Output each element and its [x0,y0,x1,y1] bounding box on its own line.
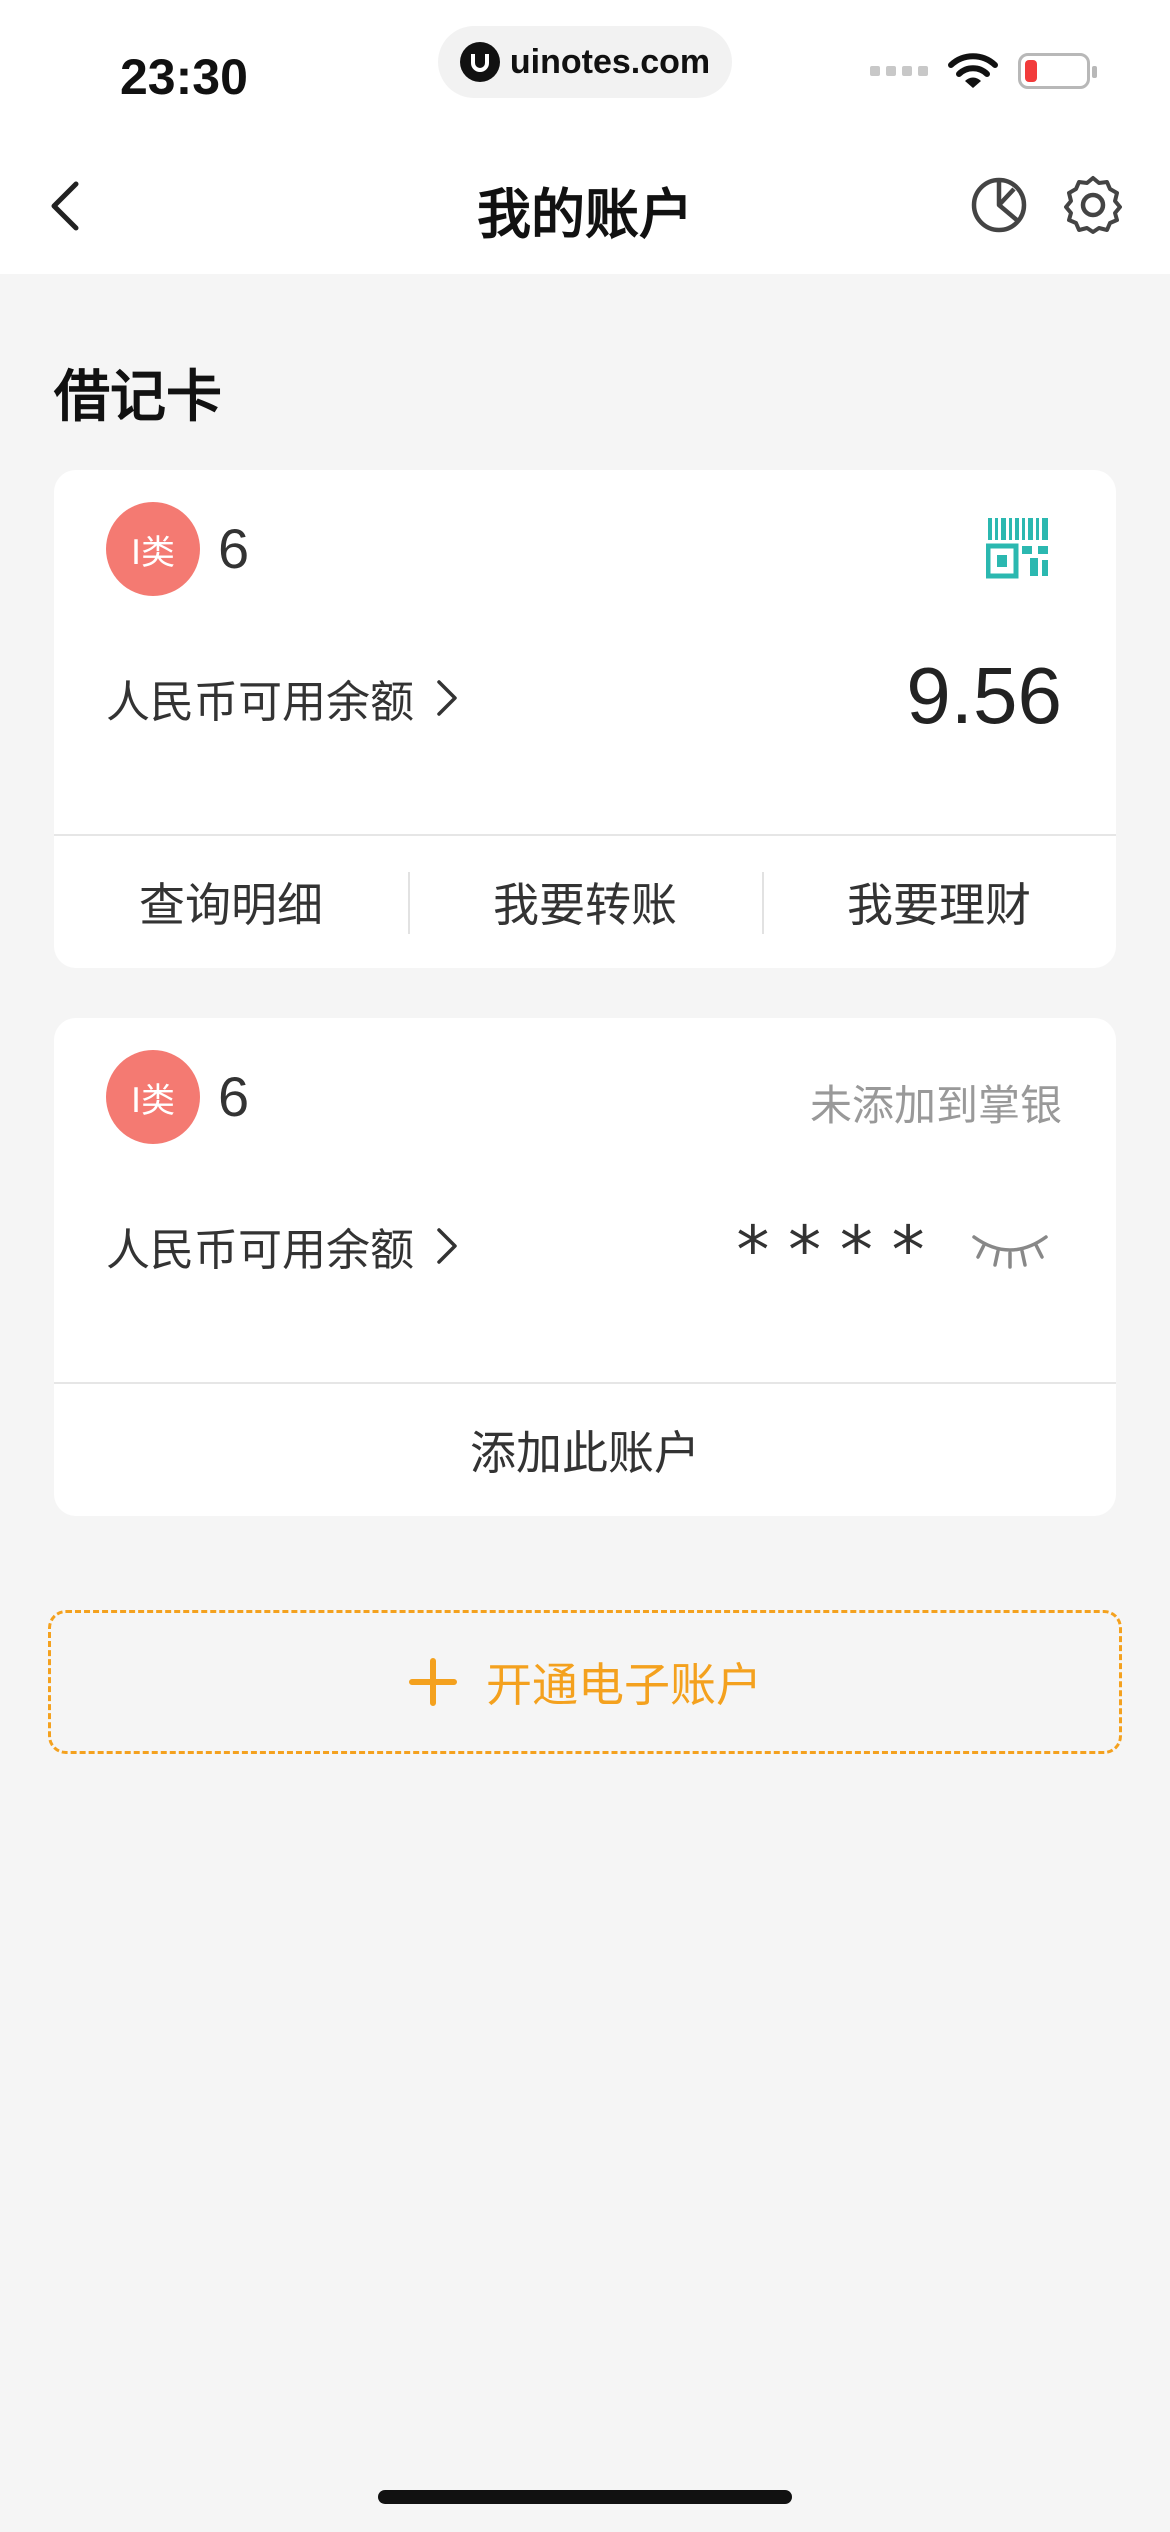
add-account-button[interactable]: 添加此账户 [54,1384,1116,1516]
account-class-badge: I类 [106,1050,200,1144]
account-number: 6 [218,517,250,580]
account-class-badge: I类 [106,502,200,596]
balance-row[interactable]: 人民币可用余额 [106,1214,460,1278]
transfer-button[interactable]: 我要转账 [408,836,762,968]
status-indicators [870,52,1097,90]
gear-icon[interactable] [1062,174,1124,236]
plus-icon [409,1658,457,1706]
qr-code-icon[interactable] [986,516,1050,580]
eye-closed-icon[interactable] [970,1229,1050,1273]
account-number: 6 [218,1065,250,1128]
chevron-right-icon [437,1228,457,1264]
card-actions: 添加此账户 [54,1384,1116,1516]
account-status-label: 未添加到掌银 [809,1081,1062,1130]
account-card: I类 6 未添加到掌银 人民币可用余额 **** 添加此账户 [54,1018,1116,1516]
balance-label: 人民币可用余额 [106,677,414,728]
masked-balance-value: **** [733,1212,940,1289]
wealth-management-button[interactable]: 我要理财 [762,836,1116,968]
battery-icon [1018,53,1097,89]
balance-row[interactable]: 人民币可用余额 [106,666,460,730]
chevron-right-icon [437,680,457,716]
top-bar: 23:30 uinotes.com 我的账户 [0,0,1170,274]
nav-actions [968,174,1124,236]
masked-balance: **** [733,1212,1050,1289]
url-text: uinotes.com [509,42,711,81]
query-details-button[interactable]: 查询明细 [54,836,408,968]
card-actions: 查询明细 我要转账 我要理财 [54,836,1116,968]
balance-value: 9.56 [906,651,1062,740]
wifi-icon [948,53,998,88]
cellular-signal-icon [870,66,928,76]
account-card: I类 6 人民币可用余额 9.56 查询明细 我要转账 我要理财 [54,470,1116,968]
pie-chart-icon[interactable] [968,174,1030,236]
section-title-debit-card: 借记卡 [54,365,222,430]
open-e-account-button[interactable]: 开通电子账户 [48,1610,1122,1754]
url-pill: uinotes.com [438,26,732,98]
site-logo-icon [459,42,500,82]
balance-label: 人民币可用余额 [106,1225,414,1276]
nav-bar: 我的账户 [0,150,1170,260]
status-time: 23:30 [120,49,248,105]
home-indicator [378,2490,792,2504]
open-e-account-label: 开通电子账户 [486,1658,762,1712]
